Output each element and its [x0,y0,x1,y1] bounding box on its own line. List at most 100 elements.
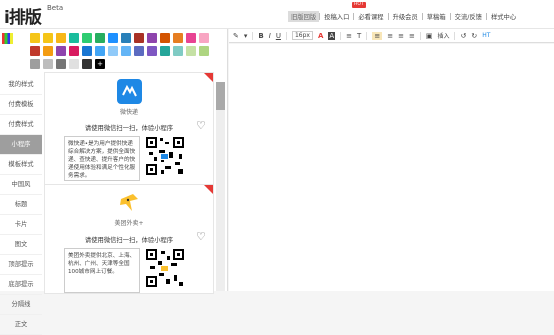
color-swatch[interactable] [121,46,131,56]
qr-code-icon [145,136,185,176]
scan-hint: 请使用微信扫一扫，体验小程序 [84,237,174,244]
qr-code-icon [145,248,185,288]
font-color-button[interactable]: A [318,32,323,40]
miniprogram-card[interactable]: 美团外卖+ 请使用微信扫一扫，体验小程序 ♡ 美团外卖提供北京、上海、杭州、广州… [44,184,214,294]
sidebar-item[interactable]: 小程序 [0,135,42,155]
brush-dropdown-icon[interactable]: ▾ [244,32,248,40]
sidebar-item[interactable]: 图文 [0,235,42,255]
align-right-icon[interactable]: ≡ [398,32,404,40]
card-corner-badge [204,185,213,194]
nav-courses[interactable]: 必看课程 [354,12,387,21]
sidebar-item[interactable]: 分隔线 [0,295,42,315]
color-swatch[interactable] [108,33,118,43]
nav-submit[interactable]: 投稿入口 [320,12,353,21]
color-swatch[interactable] [173,33,183,43]
color-swatch[interactable] [121,33,131,43]
insert-button[interactable]: 插入 [437,31,449,40]
color-swatch[interactable] [69,59,79,69]
bold-button[interactable]: B [258,32,263,40]
color-swatch[interactable] [56,33,66,43]
color-swatch[interactable] [82,46,92,56]
font-size-select[interactable]: 16px [291,31,313,40]
style-category-sidebar: 我的样式 付费模板 付费样式 小程序 模板样式 中国风 标题 卡片 图文 顶部提示 底部提示 分隔线正… [0,75,42,335]
app-name: 微快递 [119,109,138,116]
underline-button[interactable]: U [276,32,281,40]
color-swatch[interactable] [82,59,92,69]
toolbar-divider [285,31,287,40]
color-swatch[interactable] [69,33,79,43]
color-swatch[interactable] [199,33,209,43]
sidebar-item[interactable]: 顶部提示 [0,255,42,275]
image-icon[interactable]: ▣ [426,32,433,40]
color-swatch[interactable] [134,46,144,56]
line-height-icon[interactable]: T [357,32,361,40]
html-button[interactable]: HT [482,32,490,39]
color-swatch[interactable] [108,46,118,56]
color-swatch[interactable] [186,46,196,56]
nav-feedback[interactable]: 交流/反馈 [451,12,486,21]
redo-icon[interactable]: ↻ [471,32,477,40]
color-swatch[interactable] [30,33,40,43]
color-picker-icon[interactable] [2,33,13,44]
app-name: 美团外卖+ [114,220,144,227]
sidebar-item[interactable]: 标题 [0,195,42,215]
color-swatch-row [30,33,212,43]
color-swatch[interactable] [173,46,183,56]
sidebar-item[interactable]: 模板样式 [0,155,42,175]
favorite-heart-icon[interactable]: ♡ [196,230,206,243]
color-swatch[interactable] [30,46,40,56]
color-swatch[interactable] [147,33,157,43]
list-icon[interactable]: ≡ [346,32,352,40]
color-swatch-row: + [30,59,212,69]
color-swatch[interactable] [56,46,66,56]
color-swatch[interactable] [160,33,170,43]
color-swatch[interactable] [134,33,144,43]
sidebar-item[interactable]: 付费样式 [0,115,42,135]
italic-button[interactable]: I [269,32,271,40]
sidebar-item[interactable]: 中国风 [0,175,42,195]
align-left-icon[interactable]: ≡ [372,31,383,40]
color-swatch[interactable] [147,46,157,56]
nav-upgrade[interactable]: 升级会员 [389,12,422,21]
color-swatch[interactable] [160,46,170,56]
app-icon [117,191,142,216]
align-center-icon[interactable]: ≡ [387,32,393,40]
nav-style-center[interactable]: 样式中心 [487,12,520,21]
align-justify-icon[interactable]: ≡ [409,32,415,40]
sidebar-item[interactable]: 付费模板 [0,95,42,115]
color-swatch[interactable] [43,33,53,43]
eraser-icon[interactable]: ✎ [233,32,239,40]
sidebar-item[interactable]: 正文 [0,315,42,335]
color-swatch[interactable] [95,46,105,56]
style-card-list: 微快递 请使用微信扫一扫，体验小程序 ♡ 微快递•是为用户提供快递综合解决方案，… [44,72,214,294]
toolbar-divider [252,31,254,40]
color-swatch[interactable] [43,59,53,69]
add-color-button[interactable]: + [95,59,105,69]
nav-old-version[interactable]: 旧版回版 [288,10,320,22]
color-swatch[interactable] [82,33,92,43]
color-swatch[interactable] [56,59,66,69]
toolbar-divider [419,31,421,40]
logo[interactable]: i排版 [4,3,42,28]
color-swatch[interactable] [69,46,79,56]
editor-canvas[interactable] [229,44,554,291]
app-icon [117,79,142,104]
color-swatch[interactable] [30,59,40,69]
scrollbar-thumb[interactable] [216,82,225,110]
favorite-heart-icon[interactable]: ♡ [196,119,206,132]
color-swatch[interactable] [95,33,105,43]
color-swatch[interactable] [199,46,209,56]
background-color-button[interactable]: A [328,31,336,40]
sidebar-item[interactable]: 我的样式 [0,75,42,95]
miniprogram-card[interactable]: 微快递 请使用微信扫一扫，体验小程序 ♡ 微快递•是为用户提供快递综合解决方案，… [44,72,214,186]
sidebar-item[interactable]: 底部提示 [0,275,42,295]
sidebar-item[interactable]: 卡片 [0,215,42,235]
toolbar-divider [366,31,368,40]
scrollbar-track[interactable] [216,82,225,291]
card-corner-badge [204,73,213,82]
color-swatch[interactable] [186,33,196,43]
color-swatch[interactable] [43,46,53,56]
toolbar-divider [454,31,456,40]
undo-icon[interactable]: ↺ [460,32,466,40]
nav-drafts[interactable]: 草稿箱 [423,12,450,21]
